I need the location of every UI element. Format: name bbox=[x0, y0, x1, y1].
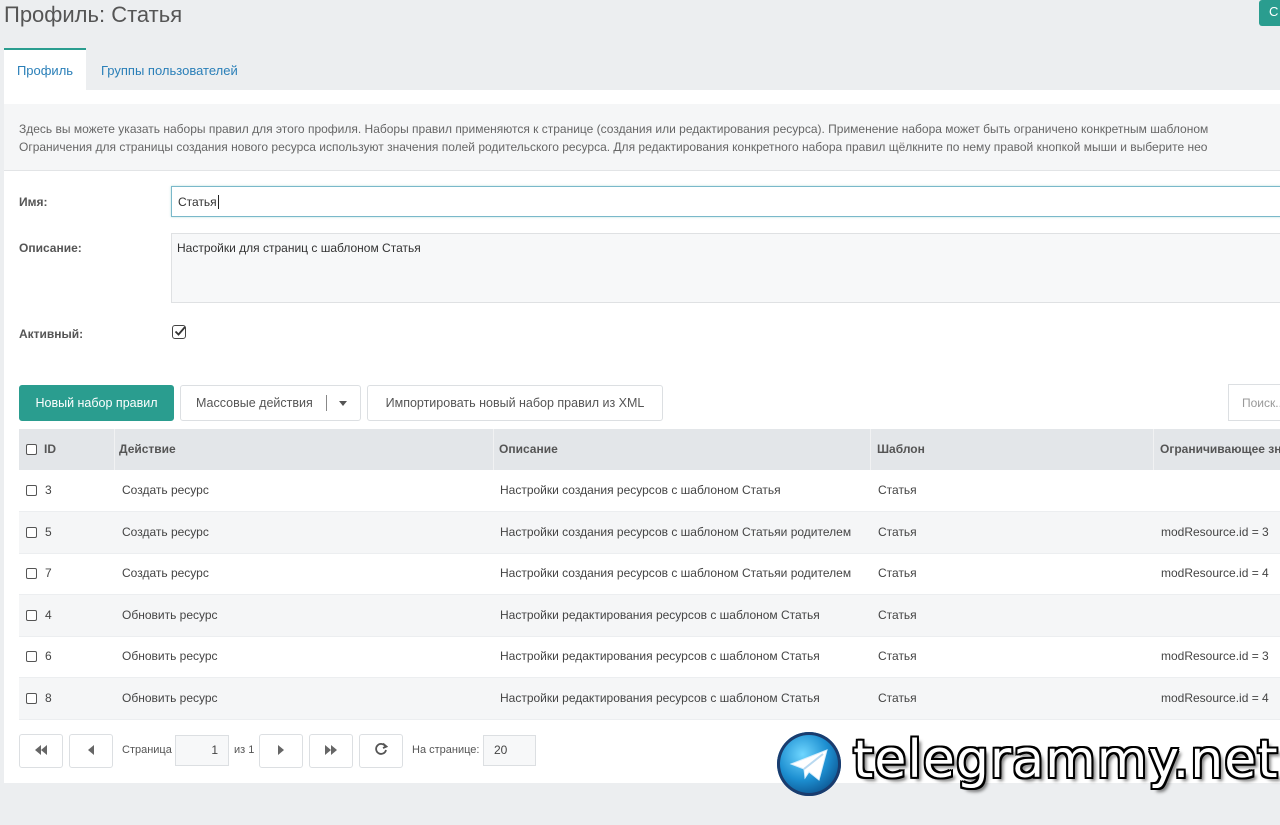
active-checkbox[interactable] bbox=[172, 325, 186, 339]
row-checkbox[interactable] bbox=[26, 610, 37, 621]
bulk-actions-button[interactable]: Массовые действия bbox=[180, 385, 361, 421]
telegram-logo-icon bbox=[777, 732, 841, 796]
per-page-label: На странице: bbox=[412, 744, 480, 756]
double-chevron-right-icon bbox=[325, 745, 337, 755]
column-constraint[interactable]: Ограничивающее зн bbox=[1160, 429, 1280, 470]
table-row[interactable]: 4 Обновить ресурс Настройки редактирован… bbox=[19, 595, 1280, 637]
row-checkbox[interactable] bbox=[26, 485, 37, 496]
corner-action-button[interactable]: С bbox=[1259, 0, 1280, 26]
select-all-checkbox[interactable] bbox=[26, 444, 37, 455]
refresh-button[interactable] bbox=[359, 734, 403, 768]
row-description: Настройки создания ресурсов с шаблоном С… bbox=[500, 483, 781, 497]
row-description: Настройки создания ресурсов с шаблоном С… bbox=[500, 566, 852, 580]
column-id[interactable]: ID bbox=[44, 429, 56, 470]
description-label: Описание: bbox=[19, 241, 82, 255]
row-template: Статья bbox=[878, 525, 917, 539]
row-action: Обновить ресурс bbox=[122, 649, 218, 663]
column-divider bbox=[1153, 429, 1154, 470]
text-caret bbox=[217, 195, 219, 209]
page-number-input[interactable]: 1 bbox=[175, 735, 229, 766]
row-constraint: modResource.id = 3 bbox=[1161, 525, 1269, 539]
row-template: Статья bbox=[878, 649, 917, 663]
row-template: Статья bbox=[878, 483, 917, 497]
column-template[interactable]: Шаблон bbox=[877, 429, 925, 470]
row-action: Создать ресурс bbox=[122, 483, 209, 497]
refresh-icon bbox=[375, 742, 389, 755]
row-template: Статья bbox=[878, 691, 917, 705]
row-action: Создать ресурс bbox=[122, 566, 209, 580]
rulesets-grid: ID Действие Описание Шаблон Ограничивающ… bbox=[19, 429, 1280, 720]
table-row[interactable]: 3 Создать ресурс Настройки создания ресу… bbox=[19, 470, 1280, 512]
watermark-text: telegrammy.net bbox=[853, 730, 1279, 790]
row-id: 6 bbox=[45, 649, 52, 663]
row-description: Настройки редактирования ресурсов с шабл… bbox=[500, 691, 820, 705]
chevron-left-icon bbox=[88, 745, 94, 755]
row-constraint: modResource.id = 4 bbox=[1161, 691, 1269, 705]
description-field[interactable]: Настройки для страниц с шаблоном Статья bbox=[171, 233, 1280, 303]
paper-plane-icon bbox=[789, 749, 828, 781]
double-chevron-left-icon bbox=[35, 745, 47, 755]
watermark: telegrammy.net bbox=[775, 730, 1278, 800]
check-icon bbox=[174, 326, 186, 336]
row-id: 4 bbox=[45, 608, 52, 622]
next-page-button[interactable] bbox=[259, 734, 303, 768]
help-description: Здесь вы можете указать наборы правил дл… bbox=[4, 104, 1280, 171]
search-input[interactable]: Поиск... bbox=[1228, 384, 1280, 421]
row-action: Обновить ресурс bbox=[122, 691, 218, 705]
row-template: Статья bbox=[878, 608, 917, 622]
caret-down-icon[interactable] bbox=[339, 401, 347, 406]
tab-profile[interactable]: Профиль bbox=[4, 48, 86, 90]
row-id: 5 bbox=[45, 525, 52, 539]
description-field-value: Настройки для страниц с шаблоном Статья bbox=[177, 241, 421, 255]
row-template: Статья bbox=[878, 566, 917, 580]
column-divider bbox=[114, 429, 115, 470]
row-description: Настройки создания ресурсов с шаблоном С… bbox=[500, 525, 852, 539]
table-row[interactable]: 6 Обновить ресурс Настройки редактирован… bbox=[19, 636, 1280, 678]
name-label: Имя: bbox=[19, 195, 48, 209]
row-action: Создать ресурс bbox=[122, 525, 209, 539]
row-description: Настройки редактирования ресурсов с шабл… bbox=[500, 608, 820, 622]
grid-header: ID Действие Описание Шаблон Ограничивающ… bbox=[19, 429, 1280, 470]
row-checkbox[interactable] bbox=[26, 527, 37, 538]
help-text-line-2: Ограничения для страницы создания нового… bbox=[19, 140, 1208, 154]
row-id: 3 bbox=[45, 483, 52, 497]
new-ruleset-button[interactable]: Новый набор правил bbox=[19, 385, 174, 421]
row-constraint: modResource.id = 3 bbox=[1161, 649, 1269, 663]
row-constraint: modResource.id = 4 bbox=[1161, 566, 1269, 580]
page-label: Страница bbox=[122, 744, 172, 756]
row-description: Настройки редактирования ресурсов с шабл… bbox=[500, 649, 820, 663]
tab-user-groups[interactable]: Группы пользователей bbox=[101, 48, 238, 90]
row-id: 8 bbox=[45, 691, 52, 705]
row-checkbox[interactable] bbox=[26, 651, 37, 662]
bulk-actions-label: Массовые действия bbox=[196, 396, 313, 410]
page-count: из 1 bbox=[234, 744, 255, 756]
row-checkbox[interactable] bbox=[26, 693, 37, 704]
split-divider bbox=[326, 395, 327, 411]
first-page-button[interactable] bbox=[19, 734, 63, 768]
row-checkbox[interactable] bbox=[26, 568, 37, 579]
column-divider bbox=[870, 429, 871, 470]
help-text-line-1: Здесь вы можете указать наборы правил дл… bbox=[19, 122, 1209, 136]
column-divider bbox=[493, 429, 494, 470]
table-row[interactable]: 5 Создать ресурс Настройки создания ресу… bbox=[19, 512, 1280, 554]
row-id: 7 bbox=[45, 566, 52, 580]
chevron-right-icon bbox=[278, 745, 284, 755]
column-description[interactable]: Описание bbox=[499, 429, 558, 470]
import-xml-button[interactable]: Импортировать новый набор правил из XML bbox=[367, 385, 663, 421]
column-action[interactable]: Действие bbox=[119, 429, 176, 470]
table-row[interactable]: 8 Обновить ресурс Настройки редактирован… bbox=[19, 678, 1280, 720]
name-field-value: Статья bbox=[178, 195, 217, 209]
table-row[interactable]: 7 Создать ресурс Настройки создания ресу… bbox=[19, 553, 1280, 595]
page-title: Профиль: Статья bbox=[4, 2, 183, 27]
last-page-button[interactable] bbox=[309, 734, 353, 768]
active-label: Активный: bbox=[19, 327, 84, 341]
row-action: Обновить ресурс bbox=[122, 608, 218, 622]
per-page-input[interactable]: 20 bbox=[483, 735, 536, 766]
name-field[interactable]: Статья bbox=[171, 186, 1280, 217]
prev-page-button[interactable] bbox=[69, 734, 113, 768]
